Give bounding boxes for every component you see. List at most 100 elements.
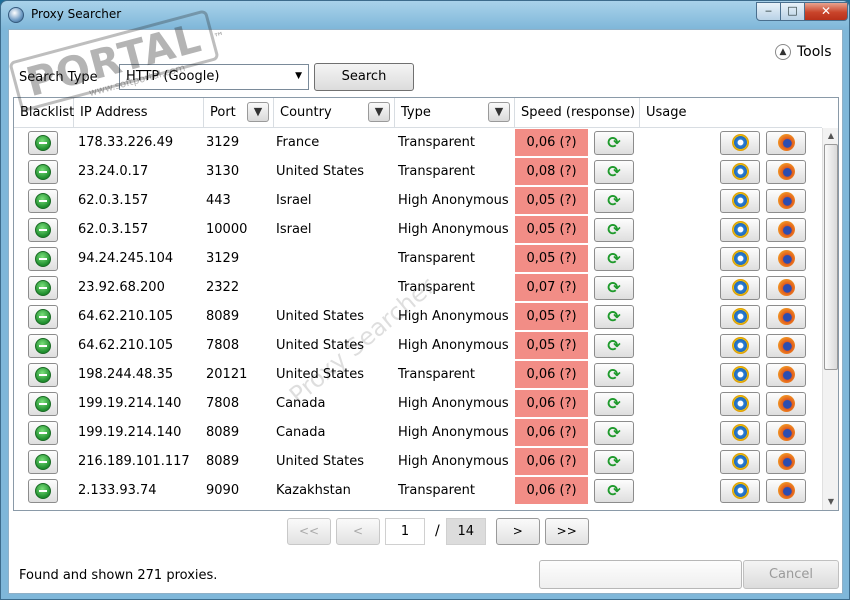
blacklist-button[interactable]	[28, 478, 58, 503]
use-in-firefox-button[interactable]	[766, 478, 806, 503]
table-row[interactable]: 62.0.3.157 443 Israel High Anonymous 0,05 (?…	[14, 186, 822, 215]
vertical-scrollbar[interactable]: ▲ ▼	[822, 128, 838, 510]
blacklist-button[interactable]	[28, 304, 58, 329]
use-in-ie-button[interactable]	[720, 420, 760, 445]
close-button[interactable]: ✕	[804, 2, 848, 21]
next-page-button[interactable]: >	[495, 517, 540, 545]
blacklist-button[interactable]	[28, 246, 58, 271]
recheck-button[interactable]: ⟳	[594, 478, 634, 503]
maximize-button[interactable]: □	[780, 2, 805, 21]
blacklist-button[interactable]	[28, 420, 58, 445]
first-page-button[interactable]: <<	[287, 517, 331, 545]
use-in-ie-button[interactable]	[720, 449, 760, 474]
header-type[interactable]: Type ▼	[395, 98, 515, 128]
recheck-button[interactable]: ⟳	[594, 217, 634, 242]
table-row[interactable]: 23.92.68.200 2322 Transparent 0,07 (?) ⟳	[14, 273, 822, 302]
use-in-firefox-button[interactable]	[766, 217, 806, 242]
table-row[interactable]: 216.189.101.117 8089 United States High Ano…	[14, 447, 822, 476]
recheck-button[interactable]: ⟳	[594, 362, 634, 387]
use-in-ie-button[interactable]	[720, 333, 760, 358]
recheck-button[interactable]: ⟳	[594, 333, 634, 358]
table-row[interactable]: 64.62.210.105 7808 United States High Anony…	[14, 331, 822, 360]
recheck-button[interactable]: ⟳	[594, 246, 634, 271]
use-in-ie-button[interactable]	[720, 217, 760, 242]
minimize-button[interactable]: ‒	[756, 2, 781, 21]
recheck-button[interactable]: ⟳	[594, 130, 634, 155]
use-in-ie-button[interactable]	[720, 159, 760, 184]
use-in-firefox-button[interactable]	[766, 391, 806, 416]
table-row[interactable]: 64.62.210.105 8089 United States High Anony…	[14, 302, 822, 331]
table-row[interactable]: 62.0.3.157 10000 Israel High Anonymous 0,05 …	[14, 215, 822, 244]
use-in-firefox-button[interactable]	[766, 333, 806, 358]
blacklist-button[interactable]	[28, 362, 58, 387]
last-page-button[interactable]: >>	[544, 517, 589, 545]
title-bar[interactable]: Proxy Searcher ‒ □ ✕	[1, 1, 849, 29]
header-blacklist[interactable]: Blacklist	[14, 98, 74, 128]
recheck-button[interactable]: ⟳	[594, 391, 634, 416]
use-in-ie-button[interactable]	[720, 246, 760, 271]
use-in-ie-button[interactable]	[720, 275, 760, 300]
use-in-firefox-button[interactable]	[766, 420, 806, 445]
progress-bar	[539, 560, 742, 589]
recheck-button[interactable]: ⟳	[594, 188, 634, 213]
search-type-select[interactable]: HTTP (Google) ▼	[119, 64, 309, 90]
prev-page-button[interactable]: <	[336, 517, 380, 545]
header-ip-address[interactable]: IP Address	[74, 98, 204, 128]
blacklist-button[interactable]	[28, 159, 58, 184]
blacklist-button[interactable]	[28, 449, 58, 474]
use-in-firefox-button[interactable]	[766, 130, 806, 155]
scroll-down-icon[interactable]: ▼	[823, 494, 838, 510]
use-in-ie-button[interactable]	[720, 478, 760, 503]
scroll-up-icon[interactable]: ▲	[823, 128, 838, 144]
blacklist-button[interactable]	[28, 275, 58, 300]
use-in-firefox-button[interactable]	[766, 188, 806, 213]
header-speed[interactable]: Speed (response)	[515, 98, 640, 128]
cancel-button[interactable]: Cancel	[743, 560, 839, 589]
current-page-field[interactable]: 1	[385, 517, 425, 545]
use-in-ie-button[interactable]	[720, 391, 760, 416]
use-in-firefox-button[interactable]	[766, 449, 806, 474]
refresh-icon: ⟳	[607, 190, 621, 210]
blacklist-button[interactable]	[28, 130, 58, 155]
use-in-ie-button[interactable]	[720, 362, 760, 387]
blacklist-button[interactable]	[28, 217, 58, 242]
search-button[interactable]: Search	[314, 63, 414, 91]
type-filter-icon[interactable]: ▼	[488, 102, 510, 122]
use-in-firefox-button[interactable]	[766, 362, 806, 387]
blacklist-button[interactable]	[28, 333, 58, 358]
refresh-icon: ⟳	[607, 364, 621, 384]
refresh-icon: ⟳	[607, 132, 621, 152]
recheck-button[interactable]: ⟳	[594, 275, 634, 300]
table-row[interactable]: 94.24.245.104 3129 Transparent 0,05 (?) ⟳	[14, 244, 822, 273]
recheck-button[interactable]: ⟳	[594, 449, 634, 474]
blacklist-button[interactable]	[28, 188, 58, 213]
internet-explorer-icon	[731, 482, 749, 499]
table-row[interactable]: 23.24.0.17 3130 United States Transparent 0,…	[14, 157, 822, 186]
refresh-cell: ⟳	[590, 478, 670, 503]
use-in-firefox-button[interactable]	[766, 159, 806, 184]
use-in-ie-button[interactable]	[720, 188, 760, 213]
use-in-ie-button[interactable]	[720, 304, 760, 329]
use-in-firefox-button[interactable]	[766, 246, 806, 271]
table-row[interactable]: 199.19.214.140 8089 Canada High Anonymous 0,…	[14, 418, 822, 447]
use-in-firefox-button[interactable]	[766, 275, 806, 300]
recheck-button[interactable]: ⟳	[594, 304, 634, 329]
table-row[interactable]: 198.244.48.35 20121 United States Transpare…	[14, 360, 822, 389]
tools-toggle[interactable]: ▲ Tools	[775, 42, 832, 62]
table-row[interactable]: 199.19.214.140 7808 Canada High Anonymous 0,…	[14, 389, 822, 418]
recheck-button[interactable]: ⟳	[594, 159, 634, 184]
recheck-button[interactable]: ⟳	[594, 420, 634, 445]
port-filter-icon[interactable]: ▼	[247, 102, 269, 122]
remove-icon	[35, 163, 51, 180]
country-filter-icon[interactable]: ▼	[368, 102, 390, 122]
blacklist-button[interactable]	[28, 391, 58, 416]
scroll-thumb[interactable]	[824, 144, 838, 370]
header-usage[interactable]: Usage	[640, 98, 822, 128]
header-port[interactable]: Port ▼	[204, 98, 274, 128]
use-in-firefox-button[interactable]	[766, 304, 806, 329]
header-country[interactable]: Country ▼	[274, 98, 395, 128]
table-row[interactable]: 2.133.93.74 9090 Kazakhstan Transparent 0,06…	[14, 476, 822, 505]
use-in-ie-button[interactable]	[720, 130, 760, 155]
table-row[interactable]: 178.33.226.49 3129 France Transparent 0,06 (…	[14, 128, 822, 157]
usage-cell	[670, 333, 820, 358]
